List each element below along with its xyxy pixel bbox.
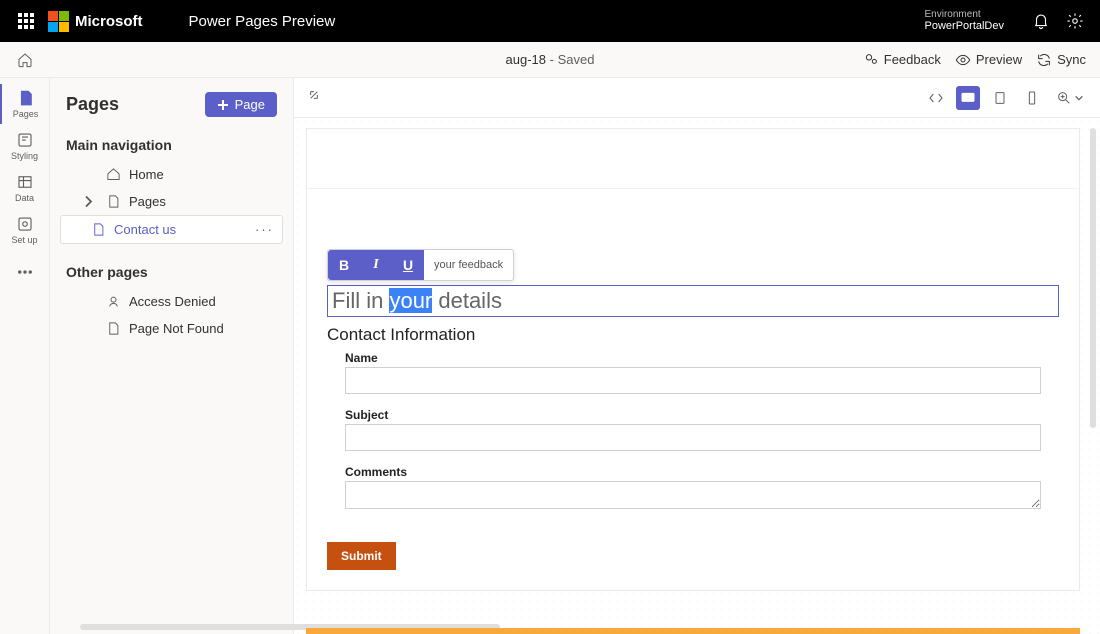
bell-icon <box>1032 12 1050 30</box>
page-icon <box>106 321 121 336</box>
lock-icon <box>106 294 121 309</box>
other-pages-heading: Other pages <box>60 258 283 288</box>
submit-button[interactable]: Submit <box>327 542 396 570</box>
add-page-button[interactable]: Page <box>205 92 277 117</box>
code-icon <box>928 90 944 106</box>
bold-button[interactable]: B <box>328 250 360 280</box>
sync-label: Sync <box>1057 52 1086 67</box>
nav-item-access-denied[interactable]: Access Denied <box>60 288 283 315</box>
item-menu-button[interactable]: ··· <box>255 222 274 237</box>
text-format-toolbar: B I U your feedback <box>327 249 514 281</box>
sidebar-title: Pages <box>66 94 119 115</box>
main-nav-heading: Main navigation <box>60 131 283 161</box>
brand-text: Microsoft <box>75 13 143 30</box>
comments-label: Comments <box>345 465 1041 479</box>
notifications-button[interactable] <box>1024 12 1058 30</box>
name-label: Name <box>345 351 1041 365</box>
rail-pages[interactable]: Pages <box>0 84 49 124</box>
name-input[interactable] <box>345 367 1041 394</box>
microsoft-logo: Microsoft <box>48 11 143 32</box>
plus-icon <box>217 99 229 111</box>
nav-item-contact-us[interactable]: Contact us··· <box>60 215 283 244</box>
document-name[interactable]: aug-18 <box>506 52 546 67</box>
more-icon <box>16 263 34 281</box>
desktop-icon <box>960 90 976 106</box>
environment-name: PowerPortalDev <box>925 20 1004 32</box>
feedback-label: Feedback <box>884 52 941 67</box>
rail-data[interactable]: Data <box>0 168 49 208</box>
page-canvas[interactable]: B I U your feedback Fill in your details… <box>306 128 1080 591</box>
selected-text: your <box>389 288 432 313</box>
home-icon <box>106 167 121 182</box>
preview-button[interactable]: Preview <box>955 52 1022 68</box>
nav-item-home[interactable]: Home <box>60 161 283 188</box>
vertical-scrollbar[interactable] <box>1090 128 1096 428</box>
feedback-button[interactable]: Feedback <box>863 52 941 68</box>
zoom-icon <box>1056 90 1072 106</box>
home-button[interactable] <box>14 52 36 68</box>
sync-icon <box>1036 52 1052 68</box>
mobile-view-button[interactable] <box>1020 86 1044 110</box>
tablet-icon <box>992 90 1008 106</box>
chevron-right-icon <box>81 194 96 209</box>
form-section-title: Contact Information <box>327 325 1059 345</box>
settings-button[interactable] <box>1058 12 1092 30</box>
rail-setup[interactable]: Set up <box>0 210 49 250</box>
expand-button[interactable] <box>306 87 322 108</box>
preview-label: Preview <box>976 52 1022 67</box>
environment-label: Environment <box>925 9 1004 20</box>
heading-edit-box[interactable]: Fill in your details <box>327 285 1059 317</box>
subject-input[interactable] <box>345 424 1041 451</box>
mobile-icon <box>1024 90 1040 106</box>
rail-more[interactable] <box>0 252 49 292</box>
empty-section[interactable] <box>307 129 1079 189</box>
comments-input[interactable] <box>345 481 1041 509</box>
sync-button[interactable]: Sync <box>1036 52 1086 68</box>
italic-button[interactable]: I <box>360 250 392 280</box>
toolbar-context-label: your feedback <box>424 259 513 271</box>
rail-styling[interactable]: Styling <box>0 126 49 166</box>
page-icon <box>106 194 121 209</box>
zoom-button[interactable] <box>1052 86 1088 110</box>
environment-picker[interactable]: Environment PowerPortalDev <box>917 9 1004 32</box>
home-icon <box>17 52 33 68</box>
desktop-view-button[interactable] <box>956 86 980 110</box>
expand-icon <box>306 87 322 103</box>
page-icon <box>17 89 35 107</box>
footer-accent-bar <box>306 628 1080 634</box>
data-icon <box>16 173 34 191</box>
chevron-down-icon <box>1074 90 1084 106</box>
styling-icon <box>16 131 34 149</box>
grid-icon <box>18 13 34 29</box>
setup-icon <box>16 215 34 233</box>
gear-icon <box>1066 12 1084 30</box>
code-view-button[interactable] <box>924 86 948 110</box>
subject-label: Subject <box>345 408 1041 422</box>
eye-icon <box>955 52 971 68</box>
app-launcher-button[interactable] <box>8 13 44 29</box>
page-icon <box>91 222 106 237</box>
product-name: Power Pages Preview <box>189 13 336 30</box>
nav-item-page-not-found[interactable]: Page Not Found <box>60 315 283 342</box>
save-status: Saved <box>558 52 595 67</box>
tablet-view-button[interactable] <box>988 86 1012 110</box>
feedback-icon <box>863 52 879 68</box>
nav-item-pages[interactable]: Pages <box>60 188 283 215</box>
underline-button[interactable]: U <box>392 250 424 280</box>
